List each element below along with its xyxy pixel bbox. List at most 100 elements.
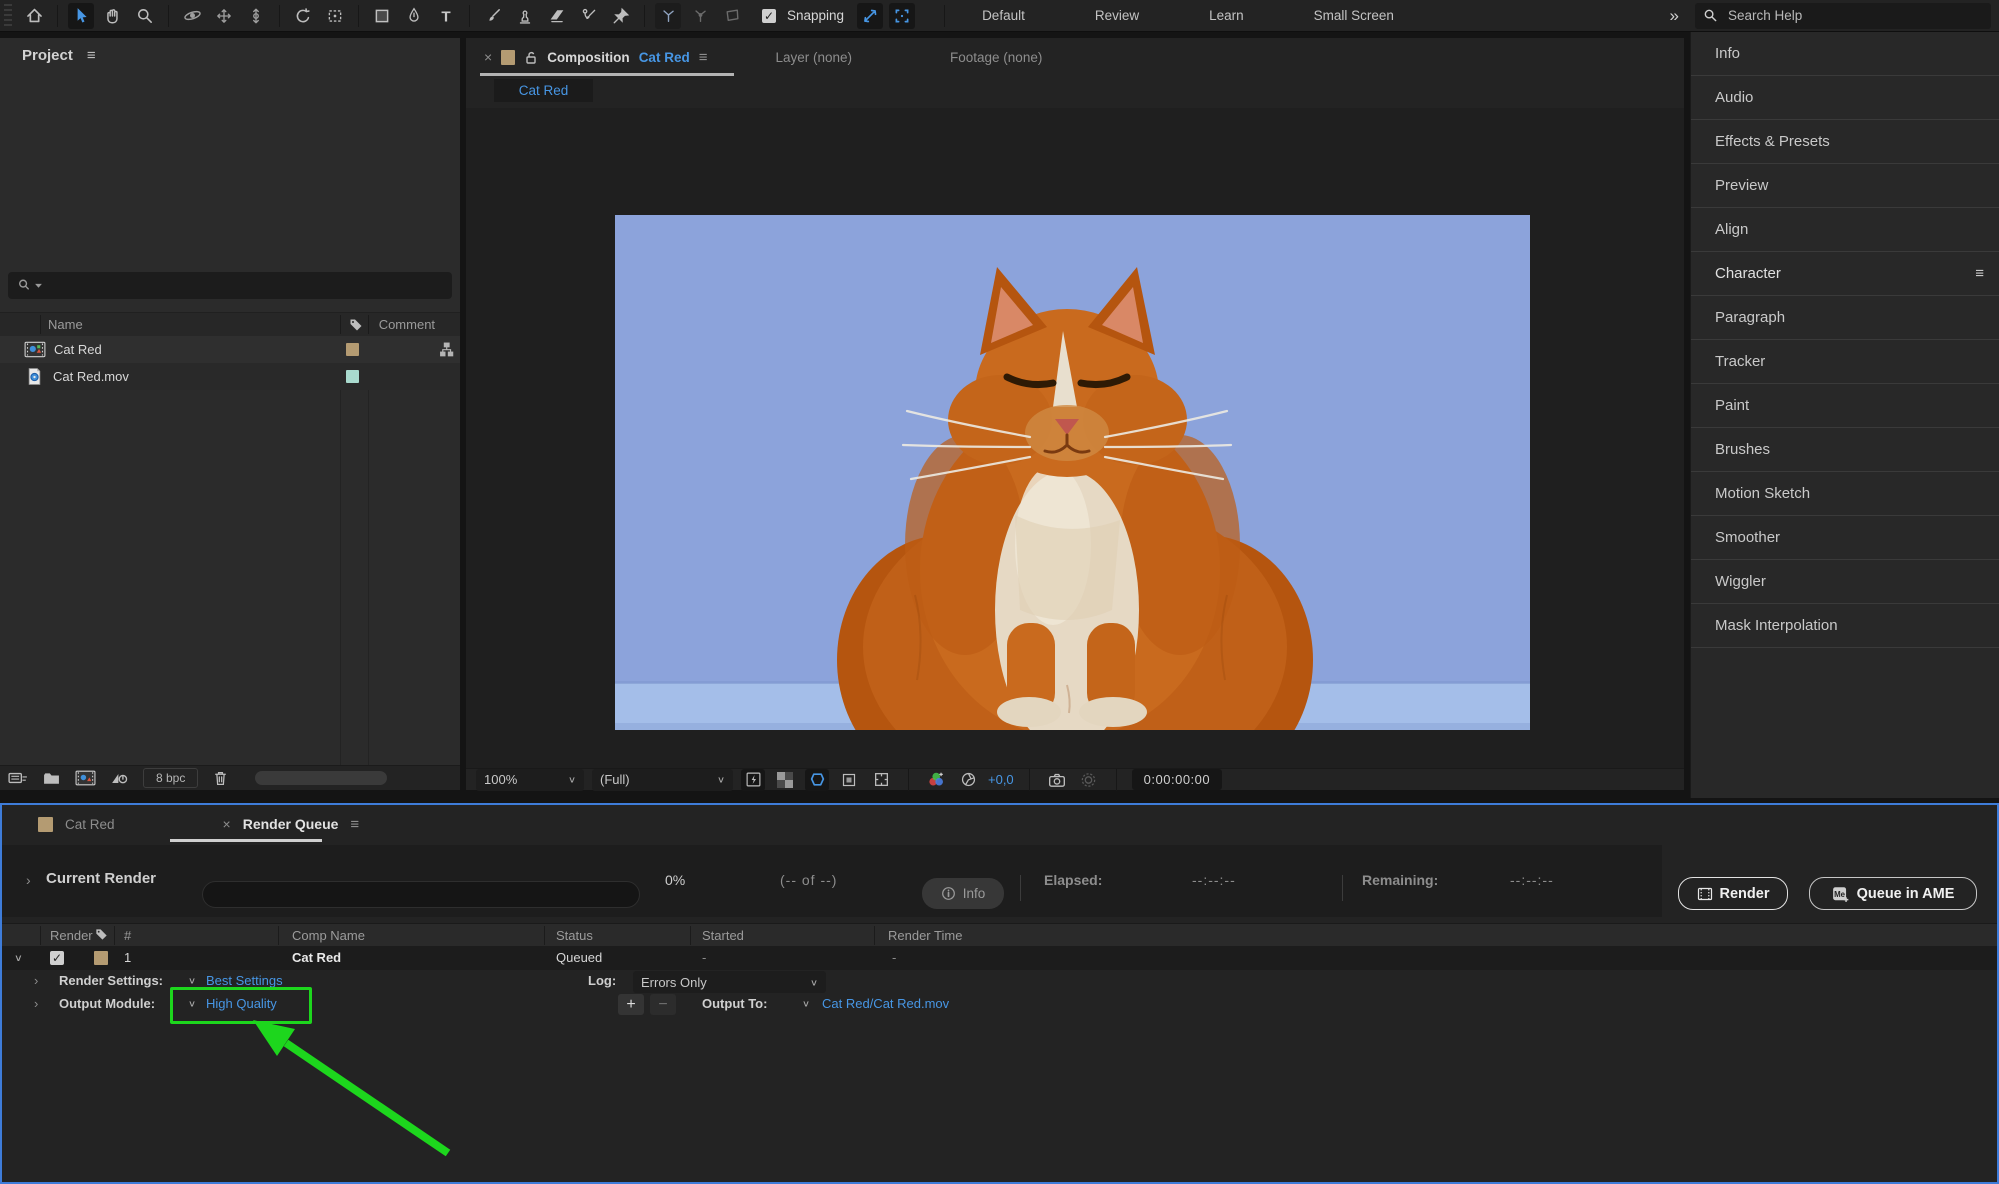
- column-render-time[interactable]: Render Time: [888, 928, 962, 943]
- panel-smoother[interactable]: Smoother: [1691, 516, 1999, 560]
- show-snapshot-icon[interactable]: [1077, 769, 1101, 791]
- expander-icon[interactable]: ›: [34, 996, 38, 1011]
- queue-in-ame-button[interactable]: Me Queue in AME: [1809, 877, 1977, 910]
- type-tool-icon[interactable]: T: [433, 3, 459, 29]
- snap-to-frame-icon[interactable]: [889, 3, 915, 29]
- panel-effects-presets[interactable]: Effects & Presets: [1691, 120, 1999, 164]
- panel-menu-icon[interactable]: ≡: [350, 816, 359, 833]
- panel-align[interactable]: Align: [1691, 208, 1999, 252]
- panel-preview[interactable]: Preview: [1691, 164, 1999, 208]
- delete-trash-icon[interactable]: [212, 769, 229, 787]
- world-axis-mode-icon[interactable]: [687, 3, 713, 29]
- channels-icon[interactable]: [924, 769, 948, 791]
- column-comment[interactable]: Comment: [379, 317, 435, 332]
- column-comp-name[interactable]: Comp Name: [292, 928, 365, 943]
- eraser-tool-icon[interactable]: [544, 3, 570, 29]
- color-depth-button[interactable]: 8 bpc: [143, 768, 198, 788]
- column-render[interactable]: Render: [50, 928, 93, 943]
- fast-preview-icon[interactable]: [741, 769, 765, 791]
- local-axis-mode-icon[interactable]: [655, 3, 681, 29]
- panel-paragraph[interactable]: Paragraph: [1691, 296, 1999, 340]
- new-folder-icon[interactable]: [42, 770, 61, 786]
- render-button[interactable]: Render: [1678, 877, 1788, 910]
- exposure-value[interactable]: +0,0: [988, 772, 1014, 787]
- puppet-pin-tool-icon[interactable]: [608, 3, 634, 29]
- workspace-learn[interactable]: Learn: [1209, 8, 1244, 23]
- label-column-tag-icon[interactable]: [94, 927, 109, 942]
- hand-tool-icon[interactable]: [100, 3, 126, 29]
- label-color-swatch[interactable]: [346, 370, 359, 383]
- panel-brushes[interactable]: Brushes: [1691, 428, 1999, 472]
- panel-menu-icon[interactable]: ≡: [1975, 265, 1984, 282]
- panel-info[interactable]: Info: [1691, 32, 1999, 76]
- grid-and-guides-icon[interactable]: [869, 769, 893, 791]
- item-label-swatch[interactable]: [94, 951, 108, 965]
- panel-paint[interactable]: Paint: [1691, 384, 1999, 428]
- workspace-small-screen[interactable]: Small Screen: [1314, 8, 1394, 23]
- pen-tool-icon[interactable]: [401, 3, 427, 29]
- workspace-review[interactable]: Review: [1095, 8, 1139, 23]
- expander-icon[interactable]: ›: [26, 872, 31, 888]
- unlock-icon[interactable]: [524, 50, 538, 65]
- render-settings-value[interactable]: Best Settings: [206, 973, 283, 988]
- panel-menu-icon[interactable]: ≡: [699, 49, 708, 66]
- panel-motion-sketch[interactable]: Motion Sketch: [1691, 472, 1999, 516]
- render-item-checkbox[interactable]: ✓: [50, 951, 64, 965]
- panel-wiggler[interactable]: Wiggler: [1691, 560, 1999, 604]
- resolution-dropdown[interactable]: (Full) ∨: [592, 769, 733, 791]
- composition-view[interactable]: [615, 215, 1530, 730]
- collapse-chevron-icon[interactable]: ∨: [14, 952, 23, 963]
- render-queue-item-row[interactable]: ∨ ✓ 1 Cat Red Queued - -: [2, 946, 1997, 970]
- panel-character[interactable]: Character ≡: [1691, 252, 1999, 296]
- project-search-field[interactable]: [8, 272, 452, 299]
- label-column-tag-icon[interactable]: [348, 317, 364, 333]
- label-color-swatch[interactable]: [346, 343, 359, 356]
- snap-along-edges-icon[interactable]: [857, 3, 883, 29]
- chevron-down-icon[interactable]: ∨: [188, 975, 196, 985]
- output-to-value[interactable]: Cat Red/Cat Red.mov: [822, 996, 949, 1011]
- tab-layer[interactable]: Layer (none): [775, 50, 852, 65]
- tab-render-queue[interactable]: × Render Queue ≡: [223, 816, 360, 833]
- viewer-canvas[interactable]: [466, 108, 1684, 768]
- add-output-module-button[interactable]: +: [618, 994, 644, 1015]
- tab-comp-cat-red[interactable]: Cat Red: [38, 817, 115, 832]
- panel-audio[interactable]: Audio: [1691, 76, 1999, 120]
- region-of-interest-icon[interactable]: [837, 769, 861, 791]
- panel-menu-icon[interactable]: ≡: [87, 47, 96, 64]
- unified-camera-tool-icon[interactable]: [322, 3, 348, 29]
- transparency-grid-icon[interactable]: [773, 769, 797, 791]
- panel-tracker[interactable]: Tracker: [1691, 340, 1999, 384]
- dolly-camera-tool-icon[interactable]: [243, 3, 269, 29]
- project-item-row[interactable]: Cat Red: [0, 336, 460, 363]
- snapping-checkbox[interactable]: ✓: [756, 3, 782, 29]
- timecode-display[interactable]: 0:00:00:00: [1132, 769, 1222, 790]
- panel-mask-interpolation[interactable]: Mask Interpolation: [1691, 604, 1999, 648]
- zoom-tool-icon[interactable]: [132, 3, 158, 29]
- home-icon[interactable]: [21, 3, 47, 29]
- tab-footage[interactable]: Footage (none): [950, 50, 1042, 65]
- composition-subtab[interactable]: Cat Red: [494, 79, 593, 102]
- render-info-button[interactable]: Info: [922, 878, 1004, 909]
- remove-output-module-button[interactable]: −: [650, 994, 676, 1015]
- workspace-overflow-chevron[interactable]: »: [1670, 6, 1679, 26]
- horizontal-scrollbar[interactable]: [255, 771, 387, 785]
- column-started[interactable]: Started: [702, 928, 744, 943]
- project-item-row[interactable]: Cat Red.mov: [0, 363, 460, 390]
- close-icon[interactable]: ×: [223, 816, 231, 832]
- chevron-down-icon[interactable]: ∨: [802, 998, 810, 1008]
- close-icon[interactable]: ×: [484, 49, 492, 65]
- snapshot-camera-icon[interactable]: [1045, 769, 1069, 791]
- column-number[interactable]: #: [124, 928, 131, 943]
- column-status[interactable]: Status: [556, 928, 593, 943]
- clone-stamp-tool-icon[interactable]: [512, 3, 538, 29]
- brush-tool-icon[interactable]: [480, 3, 506, 29]
- project-flowchart-icon[interactable]: [110, 770, 129, 787]
- tab-composition[interactable]: × Composition Cat Red ≡: [484, 49, 707, 66]
- log-dropdown[interactable]: Errors Only ∨: [633, 971, 826, 993]
- pan-camera-tool-icon[interactable]: [211, 3, 237, 29]
- exposure-shutter-icon[interactable]: [956, 769, 980, 791]
- search-help-input[interactable]: [1726, 7, 1950, 24]
- rectangle-tool-icon[interactable]: [369, 3, 395, 29]
- orbit-camera-tool-icon[interactable]: [179, 3, 205, 29]
- search-help-box[interactable]: [1695, 3, 1991, 29]
